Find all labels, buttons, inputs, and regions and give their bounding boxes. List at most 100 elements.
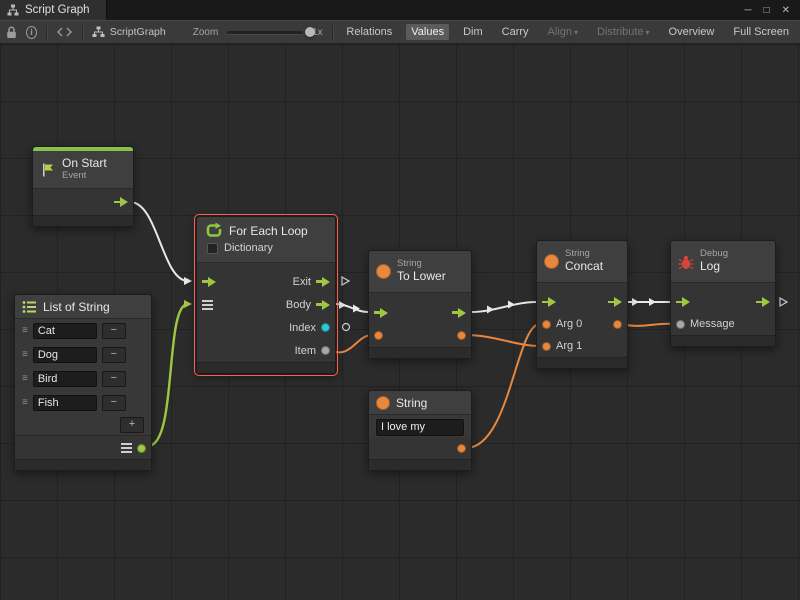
node-string-literal[interactable]: String [368,390,472,471]
minimize-button[interactable]: ─ [744,5,751,16]
control-input-port[interactable] [374,308,388,318]
drag-handle-icon[interactable]: ≡ [22,398,28,408]
drag-handle-icon[interactable]: ≡ [22,326,28,336]
dictionary-label: Dictionary [224,242,273,254]
list-output-port[interactable] [137,444,146,453]
body-output-port[interactable] [316,300,330,310]
remove-item-button[interactable]: − [102,395,126,411]
node-footer [671,335,775,346]
list-icon [22,300,37,314]
info-icon[interactable]: i [26,26,37,39]
node-string-to-lower[interactable]: String To Lower [368,250,472,359]
result-output-port[interactable] [613,320,622,329]
node-footer [369,459,471,470]
window-tab[interactable]: Script Graph [0,0,107,20]
align-dropdown[interactable]: Align▾ [543,24,583,40]
fullscreen-button[interactable]: Full Screen [728,24,794,40]
chevron-down-icon: ▾ [646,28,650,37]
node-title: List of String [43,300,110,314]
string-output-port[interactable] [457,331,466,340]
dictionary-checkbox[interactable] [207,243,218,254]
control-input-port[interactable] [676,297,690,307]
message-input-port[interactable] [676,320,685,329]
list-item-row: ≡ − [15,391,151,415]
list-item-row: ≡ − [15,343,151,367]
graph-tab-icon [7,4,19,16]
control-output-port[interactable] [756,297,770,307]
control-output-port[interactable] [114,197,128,207]
zoom-slider-track[interactable] [227,31,303,34]
list-input-port[interactable] [202,300,213,310]
graph-name-label[interactable]: ScriptGraph [110,26,166,38]
list-item-input[interactable] [33,347,97,363]
toolbar-separator [46,25,47,40]
drag-handle-icon[interactable]: ≡ [22,374,28,384]
control-output-port[interactable] [608,297,622,307]
remove-item-button[interactable]: − [102,323,126,339]
lock-icon[interactable] [6,26,17,39]
script-graph-window: Script Graph ─ □ ✕ i [0,0,800,600]
node-footer [537,357,627,368]
string-output-port[interactable] [457,444,466,453]
distribute-dropdown[interactable]: Distribute▾ [592,24,654,40]
title-bar: Script Graph ─ □ ✕ [0,0,800,20]
dim-button[interactable]: Dim [458,24,488,40]
item-port-label: Item [295,345,316,357]
node-string-concat[interactable]: String Concat Arg 0 Arg [536,240,628,369]
control-output-port[interactable] [452,308,466,318]
arg1-label: Arg 1 [556,340,582,352]
control-input-port[interactable] [202,277,216,287]
zoom-label: Zoom [193,27,219,38]
list-item-input[interactable] [33,323,97,339]
values-button[interactable]: Values [406,24,449,40]
node-title: String [396,396,427,410]
node-title: Concat [565,260,603,274]
relations-button[interactable]: Relations [341,24,397,40]
node-on-start[interactable]: On Start Event [32,146,134,227]
exit-output-port[interactable] [316,277,330,287]
list-port-icon [121,443,132,453]
angle-brackets-icon[interactable] [56,27,73,37]
remove-item-button[interactable]: − [102,347,126,363]
distribute-label: Distribute [597,26,643,38]
arg0-input-port[interactable] [542,320,551,329]
list-item-input[interactable] [33,395,97,411]
node-debug-log[interactable]: Debug Log Message [670,240,776,347]
node-title: Log [700,260,728,274]
carry-button[interactable]: Carry [497,24,534,40]
node-subtitle: Event [62,171,107,182]
chevron-down-icon: ▾ [574,28,578,37]
tab-title: Script Graph [25,4,90,16]
list-item-input[interactable] [33,371,97,387]
list-item-row: ≡ − [15,367,151,391]
string-input-port[interactable] [374,331,383,340]
node-for-each-loop[interactable]: For Each Loop Dictionary Exit Body [196,216,336,374]
loop-icon [205,222,223,239]
index-output-port[interactable] [321,323,330,332]
scriptgraph-icon [92,26,105,38]
drag-handle-icon[interactable]: ≡ [22,350,28,360]
close-button[interactable]: ✕ [782,5,790,16]
arg0-label: Arg 0 [556,318,582,330]
maximize-button[interactable]: □ [764,5,770,16]
string-value-input[interactable] [376,419,464,436]
node-title: To Lower [397,270,446,284]
index-port-label: Index [289,322,316,334]
node-footer [369,347,471,358]
list-item-row: ≡ − [15,319,151,343]
control-input-port[interactable] [542,297,556,307]
node-title: For Each Loop [229,224,308,238]
node-list-of-string[interactable]: List of String ≡ − ≡ − ≡ − ≡ − + [14,294,152,471]
add-item-button[interactable]: + [120,417,144,433]
arg1-input-port[interactable] [542,342,551,351]
overview-button[interactable]: Overview [664,24,720,40]
align-label: Align [548,26,572,38]
body-port-label: Body [286,299,311,311]
zoom-slider[interactable] [227,26,303,38]
item-output-port[interactable] [321,346,330,355]
toolbar-separator [82,25,83,40]
node-footer [33,215,133,226]
exit-port-label: Exit [293,276,311,288]
remove-item-button[interactable]: − [102,371,126,387]
node-footer [197,362,335,373]
